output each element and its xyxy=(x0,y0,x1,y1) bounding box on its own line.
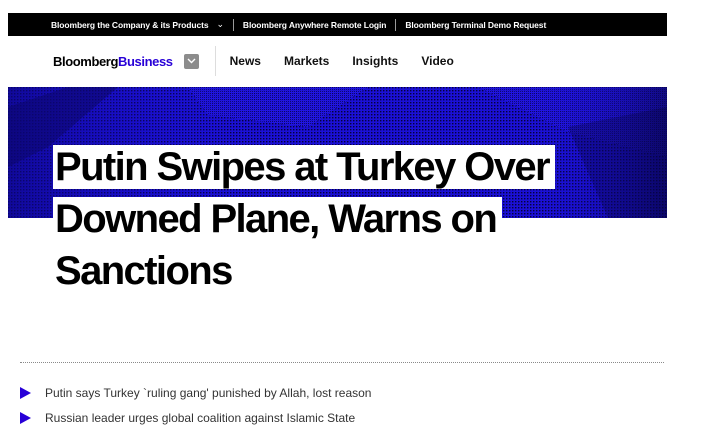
nav-link-news[interactable]: News xyxy=(230,54,261,68)
bloomberg-business-logo[interactable]: BloombergBusiness xyxy=(53,54,173,69)
headline-line: Sanctions xyxy=(53,249,238,293)
remote-login-link[interactable]: Bloomberg Anywhere Remote Login xyxy=(234,20,395,30)
top-utility-bar: Bloomberg the Company & its Products ⌄ B… xyxy=(8,13,667,36)
nav-divider xyxy=(214,46,216,76)
article-headline: Putin Swipes at Turkey Over Downed Plane… xyxy=(53,141,633,297)
logo-text-bloomberg: Bloomberg xyxy=(53,53,119,69)
nav-link-video[interactable]: Video xyxy=(421,54,453,68)
dotted-divider xyxy=(20,362,664,363)
headline-line: Downed Plane, Warns on xyxy=(53,197,503,241)
demo-request-link[interactable]: Bloomberg Terminal Demo Request xyxy=(396,20,555,30)
remote-login-label: Bloomberg Anywhere Remote Login xyxy=(242,19,387,30)
menu-toggle-button[interactable] xyxy=(183,53,199,69)
triangle-right-icon xyxy=(20,386,31,399)
summary-bullet: Russian leader urges global coalition ag… xyxy=(20,405,371,430)
logo-text-business: Business xyxy=(118,53,173,69)
summary-bullet: Putin says Turkey `ruling gang' punished… xyxy=(20,380,371,405)
headline-line: Putin Swipes at Turkey Over xyxy=(53,145,556,189)
summary-text: Russian leader urges global coalition ag… xyxy=(45,410,356,425)
company-products-label: Bloomberg the Company & its Products xyxy=(51,19,209,30)
main-nav: BloombergBusiness News Markets Insights … xyxy=(8,37,667,85)
chevron-down-icon xyxy=(187,58,196,64)
company-products-dropdown[interactable]: Bloomberg the Company & its Products ⌄ xyxy=(8,19,233,30)
demo-request-label: Bloomberg Terminal Demo Request xyxy=(405,19,547,30)
chevron-down-icon: ⌄ xyxy=(216,19,224,29)
article-summary-list: Putin says Turkey `ruling gang' punished… xyxy=(20,380,371,430)
triangle-right-icon xyxy=(20,411,31,424)
summary-text: Putin says Turkey `ruling gang' punished… xyxy=(45,385,372,400)
nav-link-insights[interactable]: Insights xyxy=(352,54,398,68)
nav-link-markets[interactable]: Markets xyxy=(284,54,329,68)
